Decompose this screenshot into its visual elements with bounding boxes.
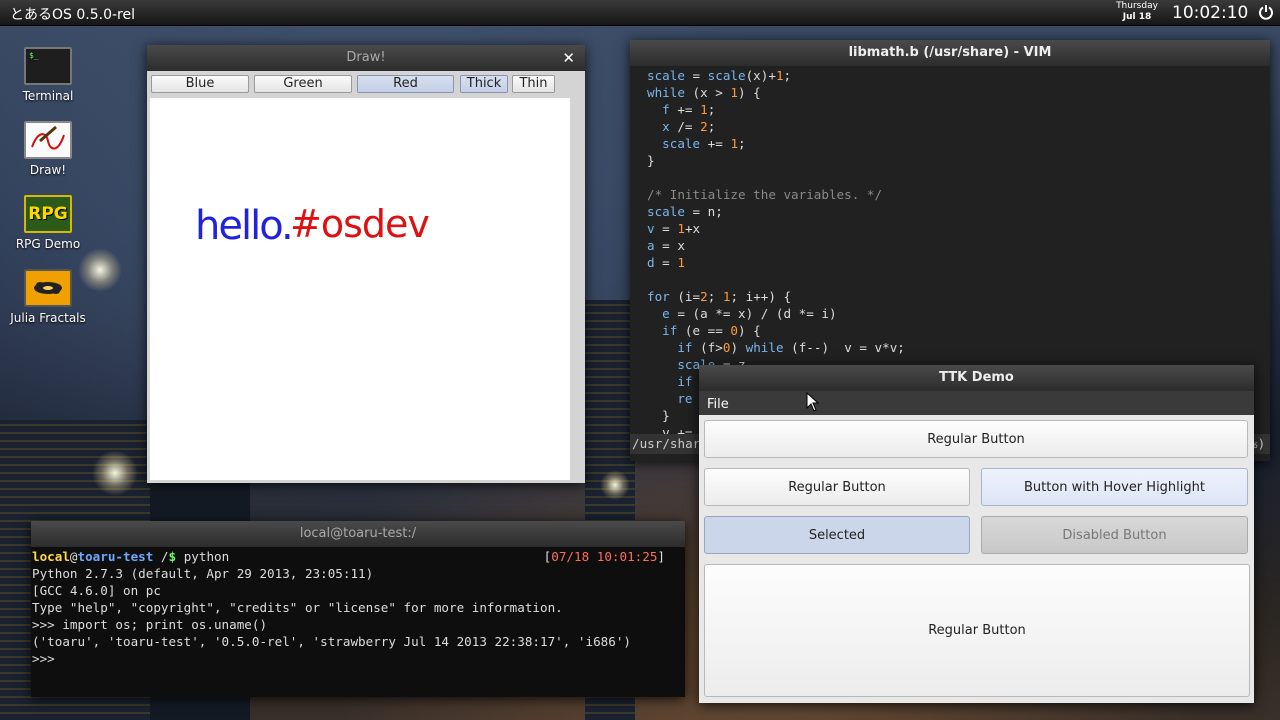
drawing-canvas[interactable]: hello. #osdev <box>150 98 570 480</box>
ttk-body: Regular Button Regular Button Button wit… <box>699 415 1254 703</box>
vim-titlebar[interactable]: libmath.b (/usr/share) - VIM <box>630 40 1270 66</box>
drawing-strokes: hello. #osdev <box>195 202 430 249</box>
regular-button-top[interactable]: Regular Button <box>704 420 1248 458</box>
rpg-icon: RPG <box>24 195 72 233</box>
terminal-line: >>> import os; print os.uname() <box>32 617 268 632</box>
color-red-button[interactable]: Red <box>357 75 454 93</box>
panel-date: Thursday Jul 18 <box>1112 1 1162 23</box>
selected-button[interactable]: Selected <box>704 516 970 554</box>
draw-icon <box>24 121 72 159</box>
prompt-host: toaru-test <box>77 549 154 564</box>
desktop-icon-label: Draw! <box>29 163 67 177</box>
panel-clock: 10:02:10 <box>1172 3 1249 23</box>
draw-window: Draw! ✕ Blue Green Red Thick Thin hello.… <box>147 45 585 483</box>
prompt-timestamp: [07/18 10:01:25] <box>543 549 665 564</box>
prompt-path: / <box>153 549 169 564</box>
desktop-icon-rpg[interactable]: RPG RPG Demo <box>0 195 96 251</box>
prompt-user: local <box>32 549 70 564</box>
vim-status-left: /usr/shar <box>632 436 701 451</box>
draw-body: Blue Green Red Thick Thin hello. #osdev <box>147 71 585 483</box>
terminal-line: ('toaru', 'toaru-test', '0.5.0-rel', 'st… <box>32 634 631 649</box>
ttk-title: TTK Demo <box>939 370 1014 385</box>
thin-button[interactable]: Thin <box>512 75 555 93</box>
regular-button-large[interactable]: Regular Button <box>704 564 1250 697</box>
terminal-title: local@toaru-test:/ <box>299 526 417 541</box>
blue-handwriting: hello. <box>195 203 292 249</box>
terminal-icon: $_ <box>24 47 72 85</box>
regular-button-left[interactable]: Regular Button <box>704 468 970 506</box>
terminal-output[interactable]: local@toaru-test /$ python [07/18 10:01:2… <box>31 547 685 697</box>
desktop-icon-label: Terminal <box>22 89 74 103</box>
close-icon[interactable]: ✕ <box>562 45 575 71</box>
panel-date-text: Jul 18 <box>1122 12 1152 22</box>
menu-file[interactable]: File <box>699 391 737 418</box>
desktop-icon-draw[interactable]: Draw! <box>0 121 96 177</box>
desktop-icon-label: RPG Demo <box>15 237 81 251</box>
disabled-button: Disabled Button <box>981 516 1248 554</box>
prompt-symbol: $ <box>168 549 177 564</box>
red-handwriting: #osdev <box>290 202 429 246</box>
prompt-at: @ <box>69 549 78 564</box>
ttk-window: TTK Demo File Regular Button Regular But… <box>699 365 1254 703</box>
street-light <box>600 470 630 500</box>
terminal-line: [GCC 4.6.0] on pc <box>32 583 161 598</box>
julia-icon <box>24 269 72 307</box>
top-panel: とあるOS 0.5.0-rel Thursday Jul 18 10:02:10 <box>0 0 1280 26</box>
prompt-command: python <box>176 549 230 564</box>
panel-os-title[interactable]: とあるOS 0.5.0-rel <box>10 4 135 24</box>
desktop-icon-julia[interactable]: Julia Fractals <box>0 269 96 325</box>
terminal-window: local@toaru-test:/ local@toaru-test /$ p… <box>31 521 685 697</box>
hover-highlight-button[interactable]: Button with Hover Highlight <box>981 468 1248 506</box>
mouse-cursor-icon <box>806 392 820 412</box>
terminal-titlebar[interactable]: local@toaru-test:/ <box>31 521 685 547</box>
color-green-button[interactable]: Green <box>254 75 352 93</box>
ttk-menubar: File <box>699 391 1254 415</box>
terminal-line: >>> <box>32 651 55 666</box>
thick-button[interactable]: Thick <box>460 75 508 93</box>
ttk-titlebar[interactable]: TTK Demo <box>699 365 1254 391</box>
desktop-icon-label: Julia Fractals <box>10 311 86 325</box>
color-blue-button[interactable]: Blue <box>151 75 249 93</box>
terminal-line: Python 2.7.3 (default, Apr 29 2013, 23:0… <box>32 566 374 581</box>
terminal-line: Type "help", "copyright", "credits" or "… <box>32 600 563 615</box>
street-light <box>92 450 138 496</box>
panel-day: Thursday <box>1116 1 1158 11</box>
draw-titlebar[interactable]: Draw! ✕ <box>147 45 585 71</box>
desktop-icon-terminal[interactable]: $_ Terminal <box>0 47 96 103</box>
draw-title: Draw! <box>346 50 386 65</box>
vim-title: libmath.b (/usr/share) - VIM <box>848 45 1052 60</box>
power-icon[interactable] <box>1258 4 1274 20</box>
